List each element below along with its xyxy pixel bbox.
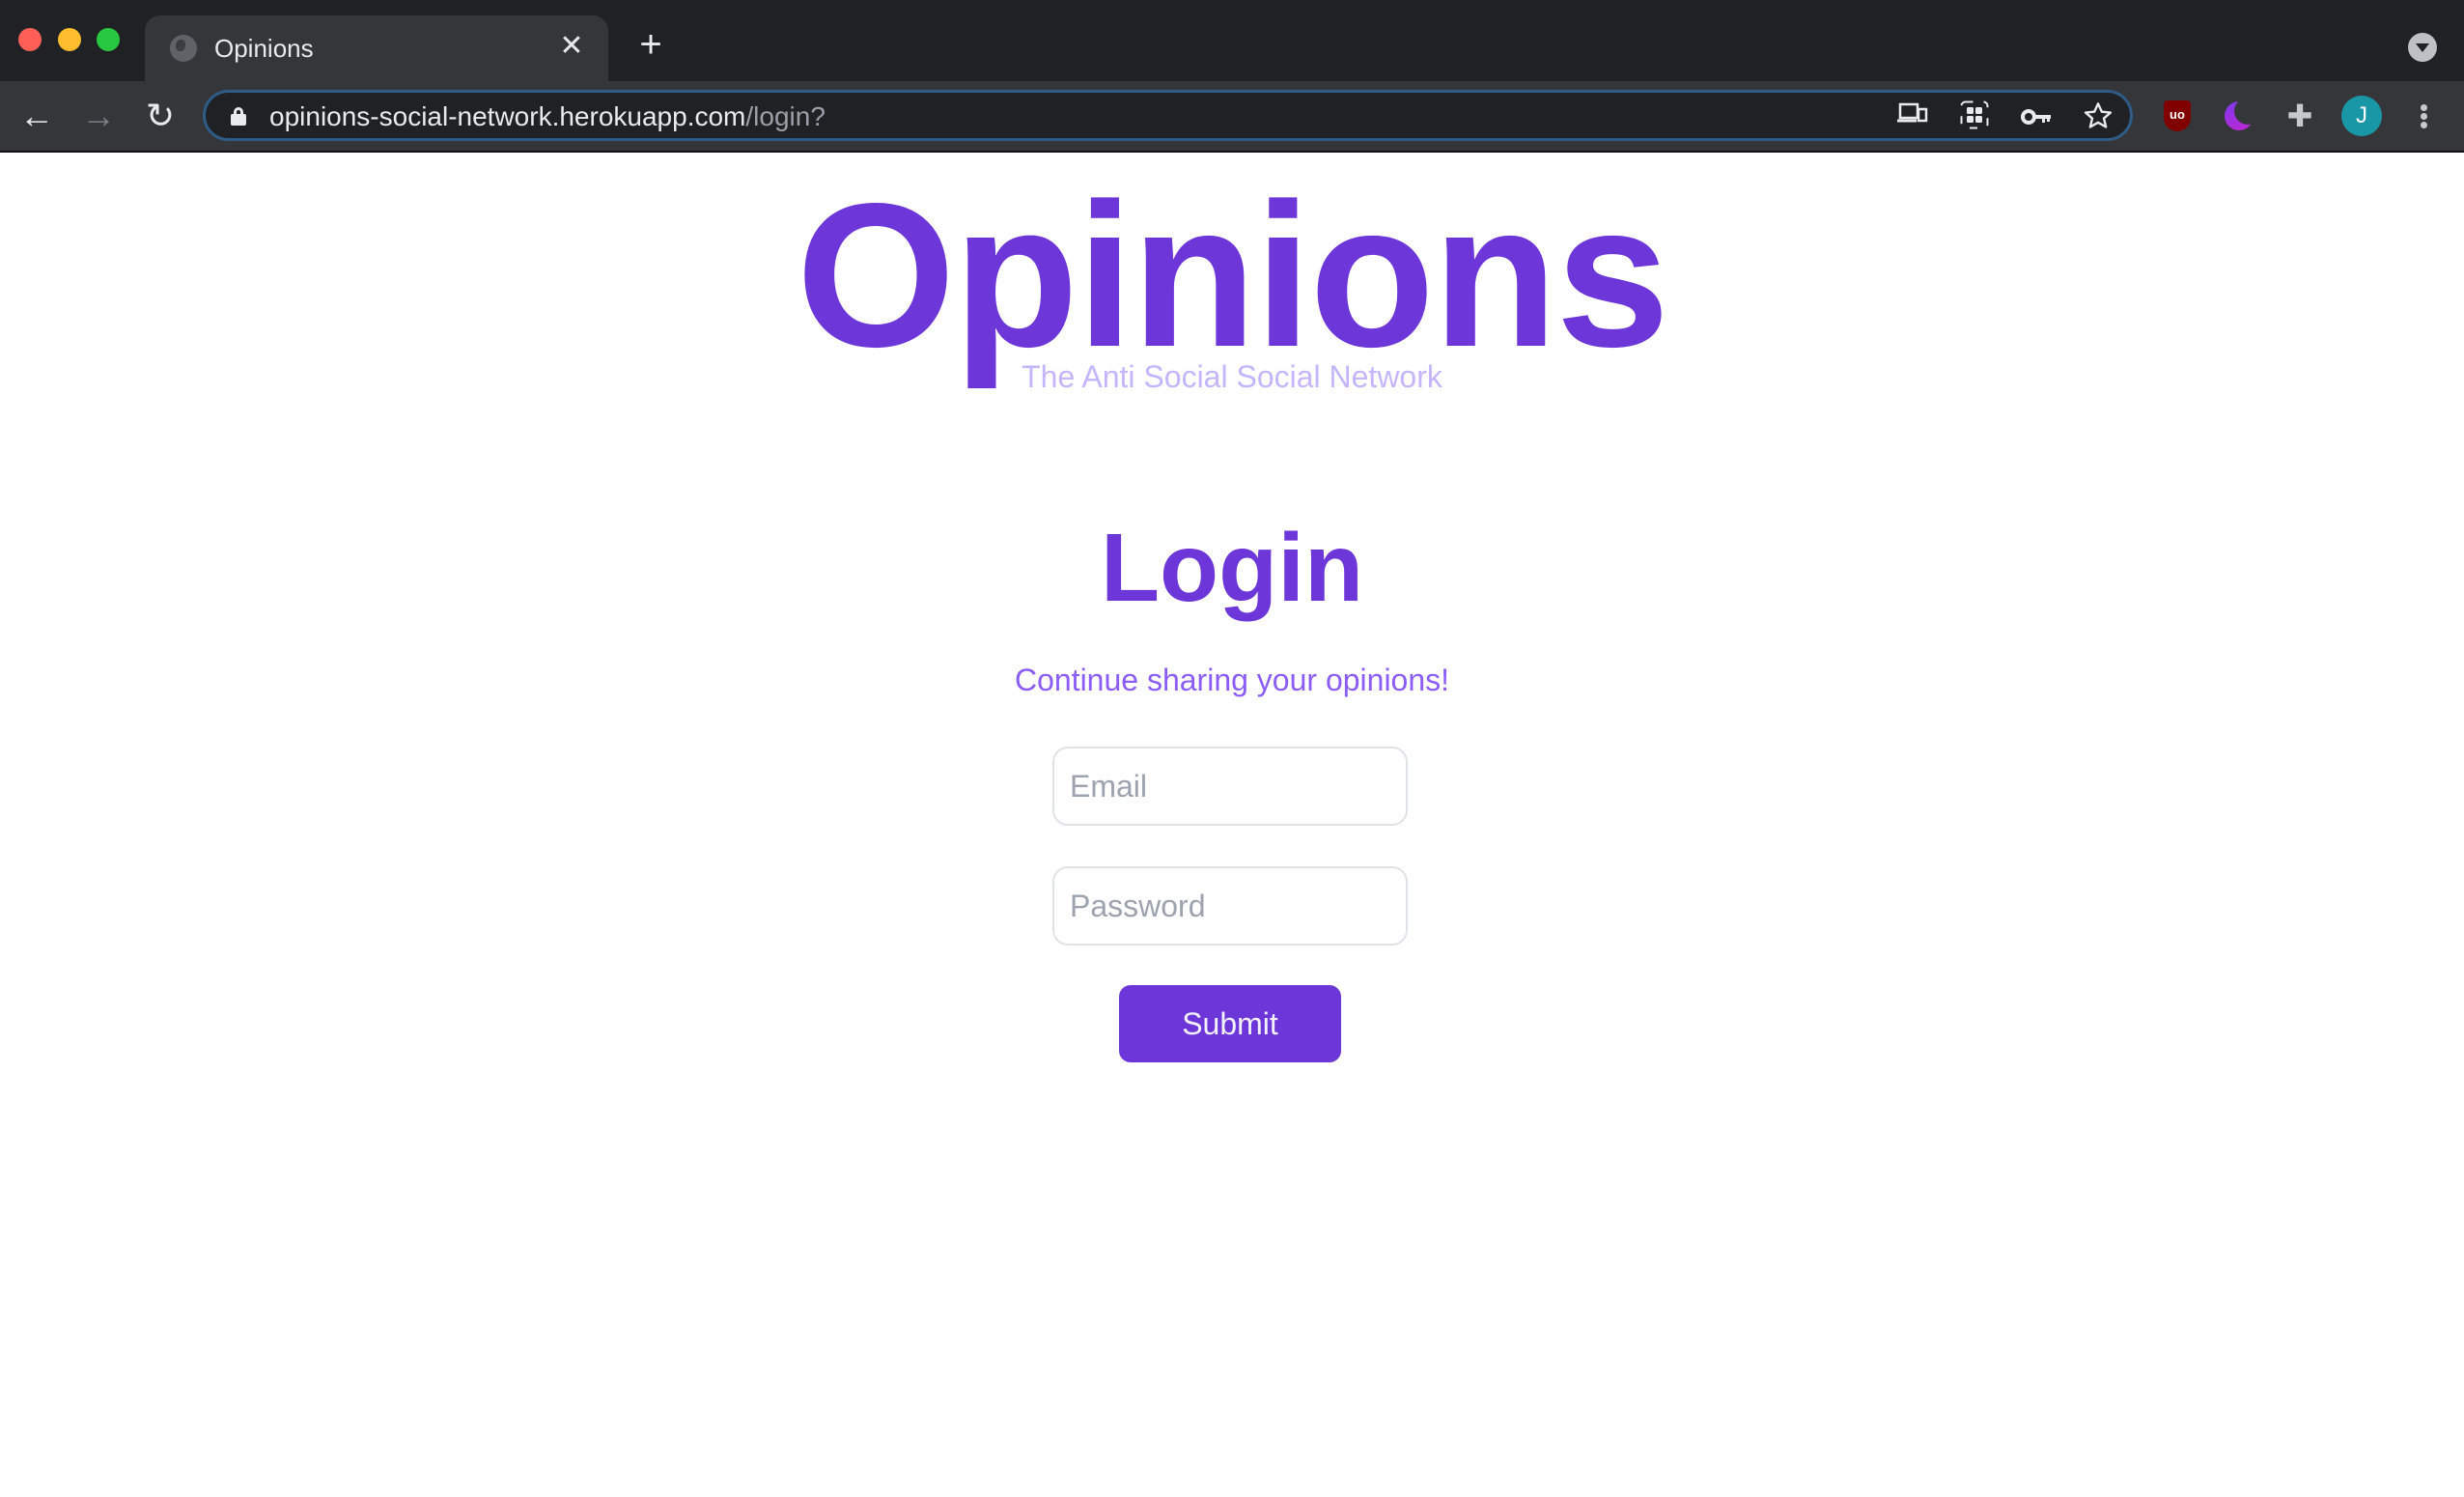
url-text[interactable]: opinions-social-network.herokuapp.com/lo… <box>269 100 826 133</box>
password-field[interactable] <box>1052 866 1408 946</box>
forward-button[interactable]: → <box>77 95 120 137</box>
address-bar[interactable]: opinions-social-network.herokuapp.com/lo… <box>203 90 2133 141</box>
url-host: opinions-social-network.herokuapp.com <box>269 101 746 131</box>
reload-button[interactable]: ↻ <box>139 95 182 137</box>
ublock-origin-extension[interactable]: uo <box>2156 95 2198 137</box>
more-menu-icon[interactable] <box>2404 95 2443 137</box>
back-button[interactable]: ← <box>15 95 58 137</box>
tab-search-icon[interactable] <box>2408 33 2437 62</box>
login-heading: Login <box>1100 514 1364 622</box>
url-path: /login? <box>745 101 826 131</box>
toolbar: ← → ↻ opinions-social-network.herokuapp.… <box>0 81 2464 151</box>
dark-mode-extension[interactable] <box>2217 95 2261 137</box>
brand-title: Opinions <box>796 160 1670 389</box>
bookmark-star-icon[interactable] <box>2081 100 2115 135</box>
login-page: Opinions The Anti Social Social Network … <box>0 153 2464 1497</box>
email-field[interactable] <box>1052 747 1408 826</box>
window-zoom-button[interactable] <box>97 28 120 51</box>
password-key-icon[interactable] <box>2019 100 2054 135</box>
new-tab-button[interactable]: + <box>633 25 668 64</box>
tab-strip: Opinions ✕ + <box>0 0 2464 81</box>
tab-title: Opinions <box>214 34 314 63</box>
window-minimize-button[interactable] <box>58 28 81 51</box>
globe-icon <box>170 35 197 62</box>
browser-chrome: Opinions ✕ + ← → ↻ opinions-social-netwo… <box>0 0 2464 153</box>
login-tagline: Continue sharing your opinions! <box>1014 663 1450 697</box>
submit-button[interactable]: Submit <box>1119 985 1341 1062</box>
profile-avatar[interactable]: J <box>2341 96 2382 136</box>
cast-devices-icon[interactable] <box>1895 100 1930 135</box>
ublock-shield-icon: uo <box>2164 100 2191 131</box>
window-close-button[interactable] <box>18 28 42 51</box>
extensions-puzzle-icon[interactable]: ✚ <box>2279 95 2321 137</box>
moon-icon <box>2225 98 2261 130</box>
tab-close-icon[interactable]: ✕ <box>556 31 587 62</box>
qr-code-icon[interactable] <box>1957 100 1992 135</box>
tab-opinions[interactable]: Opinions ✕ <box>145 15 608 81</box>
brand-subtitle: The Anti Social Social Network <box>1022 359 1442 394</box>
lock-icon[interactable] <box>231 107 246 126</box>
